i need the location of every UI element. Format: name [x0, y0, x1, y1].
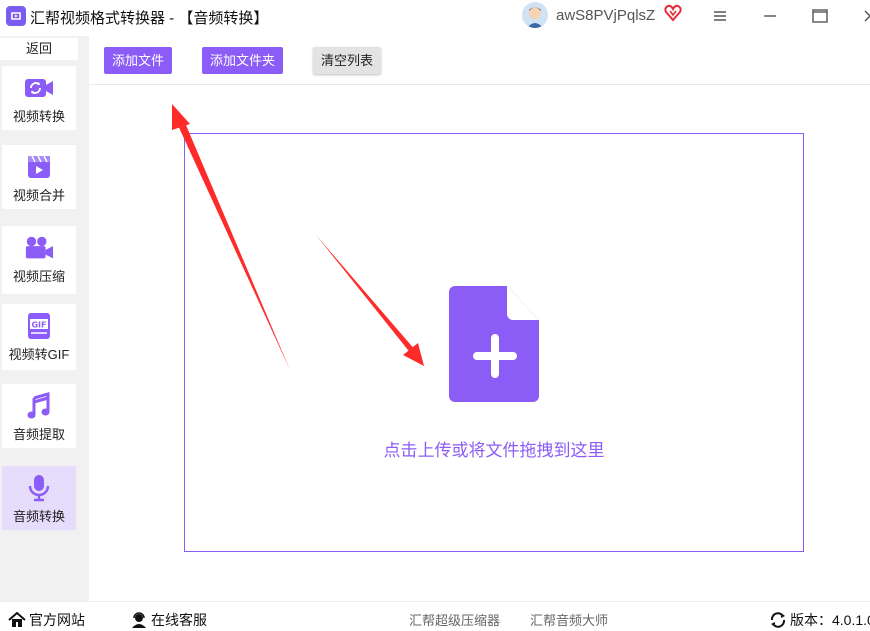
audio-master-link[interactable]: 汇帮音频大师	[530, 610, 608, 629]
sidebar-item-video-to-gif[interactable]: GIF 视频转GIF	[2, 304, 76, 370]
microphone-icon	[24, 474, 54, 502]
version-number: 4.0.1.0	[832, 612, 870, 628]
toolbar: 添加文件 添加文件夹 清空列表	[89, 36, 870, 85]
music-note-icon	[24, 392, 54, 420]
sidebar-item-label: 音频提取	[12, 427, 65, 442]
sidebar-item-label: 视频转换	[12, 109, 65, 124]
username[interactable]: awS8PVjPqlsZ	[556, 7, 655, 24]
file-drop-zone[interactable]: 点击上传或将文件拖拽到这里	[184, 133, 804, 552]
file-add-icon[interactable]	[449, 286, 541, 407]
home-icon	[8, 612, 26, 627]
online-service-link[interactable]: 在线客服	[130, 610, 207, 630]
sidebar-item-label: 视频压缩	[12, 269, 65, 284]
refresh-icon	[770, 612, 786, 628]
minimize-icon[interactable]	[750, 0, 790, 32]
menu-icon[interactable]	[700, 0, 740, 32]
sidebar-item-label: 视频合并	[12, 188, 65, 203]
sidebar-item-audio-extract[interactable]: 音频提取	[2, 384, 76, 448]
svg-text:GIF: GIF	[31, 321, 46, 330]
gif-icon: GIF	[24, 312, 54, 340]
online-service-label: 在线客服	[151, 612, 207, 628]
sidebar-item-video-compress[interactable]: 视频压缩	[2, 226, 76, 294]
add-file-button[interactable]: 添加文件	[104, 47, 173, 74]
super-compressor-link[interactable]: 汇帮超级压缩器	[409, 610, 500, 629]
official-site-label: 官方网站	[29, 612, 85, 628]
sidebar-item-video-merge[interactable]: 视频合并	[2, 145, 76, 209]
avatar[interactable]	[522, 2, 548, 28]
official-site-link[interactable]: 官方网站	[8, 610, 85, 630]
back-button[interactable]: 返回	[0, 38, 78, 60]
video-merge-icon	[24, 153, 54, 181]
sidebar-item-label: 视频转GIF	[8, 347, 70, 362]
title-bar: 汇帮视频格式转换器 - 【音频转换】 awS8PVjPqlsZ	[0, 0, 870, 32]
app-logo	[6, 6, 26, 26]
app-window: 汇帮视频格式转换器 - 【音频转换】 awS8PVjPqlsZ 返回 视频转换 …	[0, 0, 870, 631]
sidebar-item-audio-convert[interactable]: 音频转换	[2, 466, 76, 530]
add-folder-button[interactable]: 添加文件夹	[202, 47, 284, 74]
video-compress-icon	[24, 234, 54, 262]
customer-service-icon	[132, 612, 146, 628]
version-label: 版本：	[790, 612, 832, 628]
sidebar-item-video-convert[interactable]: 视频转换	[2, 66, 76, 130]
close-icon[interactable]	[850, 0, 870, 32]
version-info[interactable]: 版本： 4.0.1.0	[769, 610, 870, 630]
video-convert-icon	[24, 74, 54, 102]
sidebar-item-label: 音频转换	[12, 509, 65, 524]
sidebar: 返回 视频转换 视频合并 视频压缩 GIF 视频转GIF 音频提取 音频转换	[0, 36, 89, 601]
drop-zone-hint: 点击上传或将文件拖拽到这里	[383, 441, 605, 460]
vip-heart-icon[interactable]	[664, 4, 682, 27]
footer: 官方网站 在线客服 汇帮超级压缩器 汇帮音频大师 版本： 4.0.1.0	[0, 601, 870, 631]
maximize-icon[interactable]	[800, 0, 840, 32]
clear-list-button[interactable]: 清空列表	[313, 47, 382, 74]
window-title: 汇帮视频格式转换器 - 【音频转换】	[30, 10, 269, 27]
